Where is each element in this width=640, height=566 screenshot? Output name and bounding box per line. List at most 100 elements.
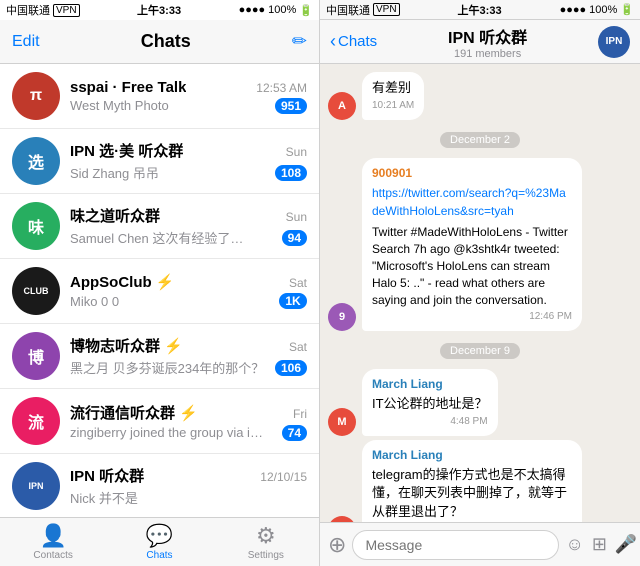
msg-avatar: M (328, 408, 356, 436)
msg-bubble: March Liangtelegram的操作方式也是不太搞得懂，在聊天列表中删掉… (362, 440, 582, 522)
message-row: M March Liangtelegram的操作方式也是不太搞得懂，在聊天列表中… (328, 440, 632, 522)
chat-time: 12/10/15 (260, 470, 307, 484)
message-input[interactable] (352, 530, 559, 560)
msg-text: IT公论群的地址是？ (372, 395, 488, 413)
member-count: 191 members (454, 48, 521, 60)
chat-item[interactable]: CLUB AppSoClub ⚡ Sat Miko 0 0 1K (0, 259, 319, 324)
mic-icon[interactable]: 🎤 (615, 534, 637, 555)
msg-avatar: A (328, 92, 356, 120)
chat-preview: Miko 0 0 (70, 294, 119, 309)
chat-content: 味之道听众群 Sun Samuel Chen 这次有经验了… 94 (70, 205, 307, 247)
back-button[interactable]: ‹ Chats (330, 31, 377, 52)
avatar: 味 (12, 202, 60, 250)
messages-list: A 有差别10:21 AM December 2 9 900901 https:/… (320, 64, 640, 522)
battery-icon-left: 🔋 (299, 4, 313, 17)
chat-name: 味之道听众群 (70, 205, 160, 226)
tab-label: Settings (248, 550, 284, 561)
chat-item[interactable]: 选 IPN 选·美 听众群 Sun Sid Zhang 吊吊 108 (0, 129, 319, 194)
unread-badge: 951 (275, 98, 307, 114)
msg-time: 10:21 AM (372, 99, 414, 113)
msg-link[interactable]: https://twitter.com/search?q=%23MadeWith… (372, 186, 566, 218)
tab-label: Chats (146, 550, 172, 561)
chat-item[interactable]: 流 流行通信听众群 ⚡ Fri zingiberry joined the gr… (0, 389, 319, 454)
avatar: 博 (12, 332, 60, 380)
carrier-right: 中国联通 (326, 2, 370, 18)
tab-icon: 💬 (146, 523, 173, 549)
date-label: December 9 (440, 343, 520, 359)
edit-button[interactable]: Edit (12, 33, 40, 51)
chevron-left-icon: ‹ (330, 31, 336, 52)
chat-preview: Sid Zhang 吊吊 (70, 163, 159, 182)
chat-item[interactable]: IPN IPN 听众群 12/10/15 Nick 并不是 (0, 454, 319, 517)
chat-time: 12:53 AM (256, 81, 307, 95)
unread-badge: 74 (282, 425, 307, 441)
tab-bar: 👤 Contacts 💬 Chats ⚙ Settings (0, 517, 319, 566)
group-avatar[interactable]: IPN (598, 26, 630, 58)
chat-name: IPN 选·美 听众群 (70, 140, 183, 161)
sticker-icon[interactable]: ⊞ (592, 534, 607, 555)
group-title: IPN 听众群 (448, 24, 527, 48)
tab-chats[interactable]: 💬 Chats (106, 518, 212, 566)
avatar: π (12, 72, 60, 120)
avatar: CLUB (12, 267, 60, 315)
tab-contacts[interactable]: 👤 Contacts (0, 518, 106, 566)
msg-bubble: March Liang IT公论群的地址是？ 4:48 PM (362, 369, 498, 436)
emoji-icon[interactable]: ☺ (565, 534, 583, 555)
right-nav-bar: ‹ Chats IPN 听众群 191 members IPN (320, 20, 640, 64)
time-right: 上午3:33 (458, 2, 502, 18)
chat-item[interactable]: π sspai · Free Talk 12:53 AM West Myth P… (0, 64, 319, 129)
message-row: M March Liang IT公论群的地址是？ 4:48 PM (328, 369, 632, 436)
msg-time: 12:46 PM (372, 310, 572, 324)
msg-sender: 900901 (372, 165, 572, 182)
tab-label: Contacts (33, 550, 72, 561)
msg-bubble: 有差别10:21 AM (362, 72, 424, 120)
chat-name: 博物志听众群 ⚡ (70, 335, 183, 356)
chat-preview: 黑之月 贝多芬诞辰234年的那个？ (70, 358, 264, 377)
chat-item[interactable]: 博 博物志听众群 ⚡ Sat 黑之月 贝多芬诞辰234年的那个？ 106 (0, 324, 319, 389)
left-nav-bar: Edit Chats ✏ (0, 20, 319, 64)
tab-settings[interactable]: ⚙ Settings (213, 518, 319, 566)
chat-preview: West Myth Photo (70, 98, 169, 113)
chat-content: 流行通信听众群 ⚡ Fri zingiberry joined the grou… (70, 402, 307, 441)
unread-badge: 106 (275, 360, 307, 376)
chat-time: Sat (289, 340, 307, 354)
chat-time: Sun (286, 145, 307, 159)
date-label: December 2 (440, 132, 520, 148)
chat-time: Sat (289, 276, 307, 290)
chat-content: sspai · Free Talk 12:53 AM West Myth Pho… (70, 79, 307, 114)
chat-item[interactable]: 味 味之道听众群 Sun Samuel Chen 这次有经验了… 94 (0, 194, 319, 259)
avatar: IPN (12, 462, 60, 510)
signal-left: ●●●● (239, 4, 266, 16)
unread-badge: 1K (279, 293, 307, 309)
unread-badge: 94 (282, 230, 307, 246)
input-bar: ⊕ ☺ ⊞ 🎤 (320, 522, 640, 566)
chat-preview: zingiberry joined the group via invite l… (70, 425, 270, 440)
battery-icon-right: 🔋 (620, 3, 634, 16)
tab-icon: 👤 (39, 523, 66, 549)
group-avatar-text: IPN (606, 36, 623, 47)
left-status-bar: 中国联通 VPN 上午3:33 ●●●● 100% 🔋 (0, 0, 319, 20)
msg-time: 4:48 PM (372, 415, 488, 429)
msg-bubble: 900901 https://twitter.com/search?q=%23Ma… (362, 158, 582, 331)
chat-name: 流行通信听众群 ⚡ (70, 402, 198, 423)
compose-button[interactable]: ✏ (292, 31, 307, 52)
right-nav-center: IPN 听众群 191 members (383, 24, 592, 60)
message-row: 9 900901 https://twitter.com/search?q=%23… (328, 158, 632, 331)
chat-content: IPN 听众群 12/10/15 Nick 并不是 (70, 465, 307, 507)
vpn-left: VPN (53, 4, 80, 17)
right-panel: 中国联通 VPN 上午3:33 ●●●● 100% 🔋 ‹ Chats IPN … (320, 0, 640, 566)
msg-avatar: 9 (328, 303, 356, 331)
date-divider: December 9 (328, 341, 632, 359)
battery-right: 100% (589, 4, 617, 16)
time-left: 上午3:33 (137, 2, 181, 18)
avatar: 选 (12, 137, 60, 185)
avatar: 流 (12, 397, 60, 445)
chat-name: sspai · Free Talk (70, 79, 186, 96)
attach-icon[interactable]: ⊕ (328, 532, 346, 558)
right-status-bar: 中国联通 VPN 上午3:33 ●●●● 100% 🔋 (320, 0, 640, 20)
chat-content: 博物志听众群 ⚡ Sat 黑之月 贝多芬诞辰234年的那个？ 106 (70, 335, 307, 377)
msg-sender: March Liang (372, 376, 488, 393)
unread-badge: 108 (275, 165, 307, 181)
msg-sender: March Liang (372, 447, 572, 464)
date-divider: December 2 (328, 130, 632, 148)
